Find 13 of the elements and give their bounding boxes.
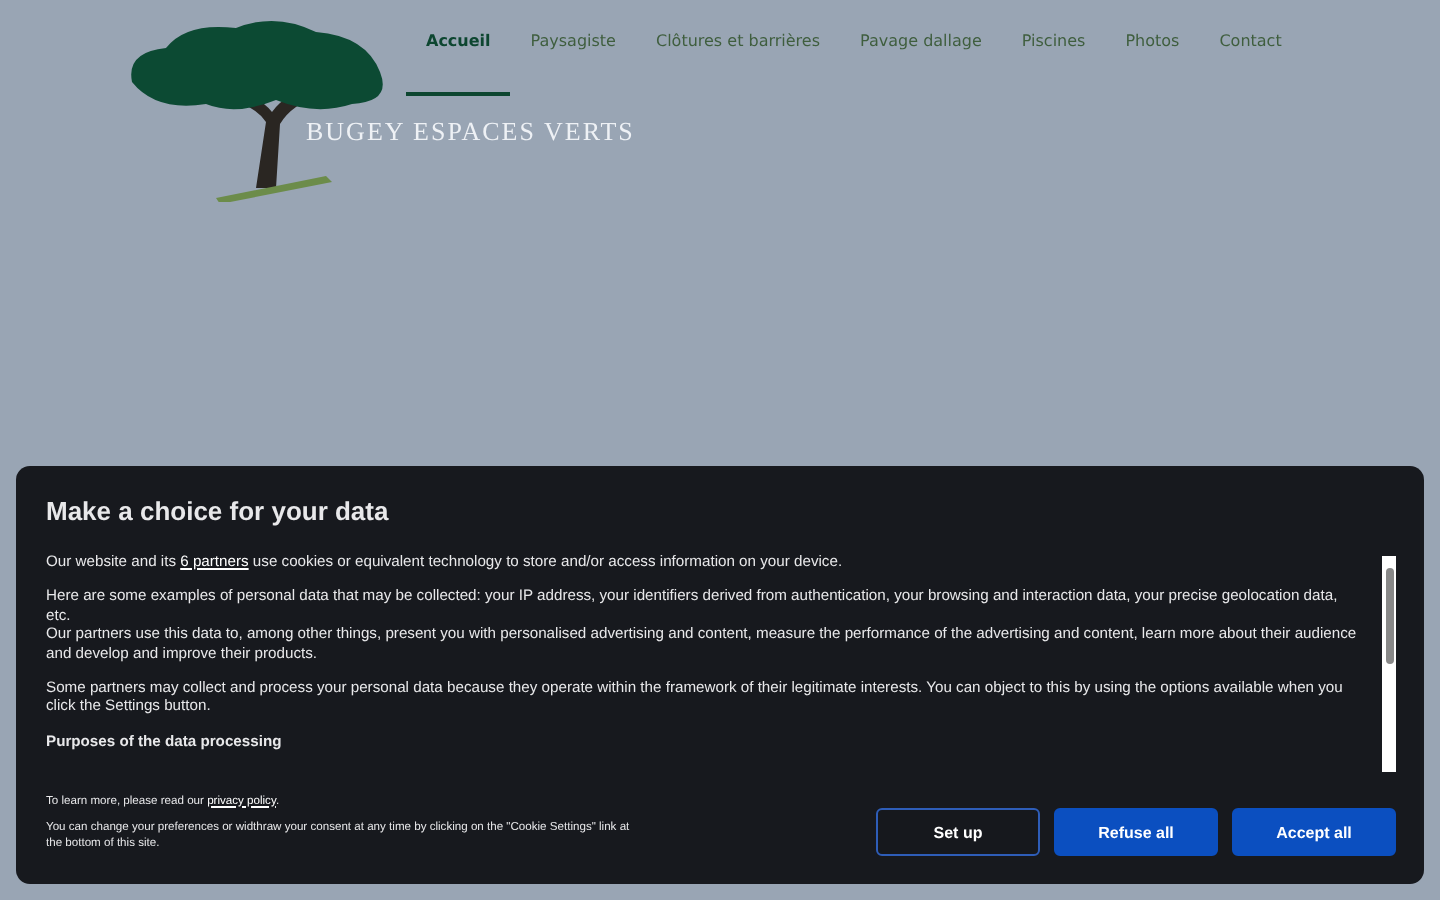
nav-link[interactable]: Contact — [1199, 0, 1302, 92]
nav-link[interactable]: Pavage dallage — [840, 0, 1002, 92]
consent-button[interactable]: Accept all — [1232, 808, 1396, 856]
consent-button[interactable]: Refuse all — [1054, 808, 1218, 856]
nav-link[interactable]: Piscines — [1001, 0, 1106, 92]
nav-link[interactable]: Paysagiste — [510, 0, 636, 92]
nav-link[interactable]: Photos — [1105, 0, 1200, 92]
logo-text: BUGEY ESPACES VERTS — [306, 116, 635, 148]
dialog-title: Make a choice for your data — [46, 496, 391, 526]
nav-link[interactable]: Accueil — [406, 0, 511, 96]
consent-button[interactable]: Set up — [876, 808, 1040, 856]
nav-link[interactable]: Clôtures et barrières — [635, 0, 841, 92]
scrollbar[interactable] — [1382, 556, 1396, 772]
